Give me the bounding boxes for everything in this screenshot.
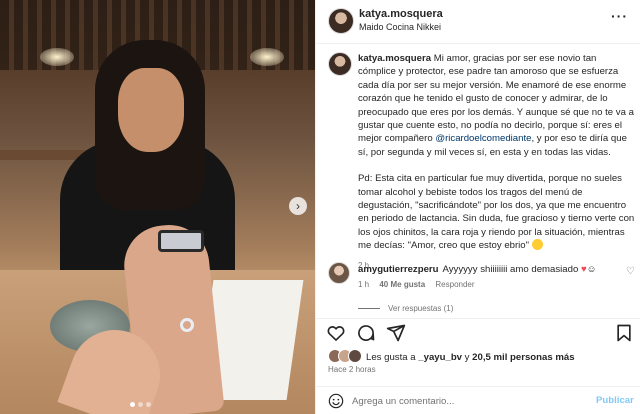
emoji-picker-icon[interactable]: [328, 393, 344, 409]
comment-line: amygutierrezperu Ayyyyyy shiiiiiiii amo d…: [358, 264, 596, 275]
caption-paragraph2: Pd: Esta cita en particular fue muy dive…: [358, 173, 635, 252]
comment-icon[interactable]: [356, 323, 376, 343]
caption-text: katya.mosquera Mi amor, gracias por ser …: [358, 52, 636, 272]
post-header: katya.mosquera Maido Cocina Nikkei ···: [316, 0, 640, 44]
carousel-dot: [146, 402, 151, 407]
post-location[interactable]: Maido Cocina Nikkei: [359, 22, 441, 32]
photo-ring: [180, 318, 194, 332]
photo-lamp: [250, 48, 284, 66]
comment-meta: 1 h 40 Me gusta Responder: [358, 280, 483, 289]
liker-avatar: [348, 349, 362, 363]
action-icons: [326, 323, 636, 347]
likes-count[interactable]: 20,5 mil personas más: [472, 352, 574, 363]
share-icon[interactable]: [386, 323, 406, 343]
liker-username[interactable]: _yayu_bv: [418, 352, 462, 363]
likes-middle: y: [462, 352, 473, 363]
comment-reply-button[interactable]: Responder: [435, 280, 474, 289]
liker-avatars: [328, 349, 362, 363]
post-details-panel: katya.mosquera Maido Cocina Nikkei ··· k…: [315, 0, 640, 414]
caption-avatar[interactable]: [328, 52, 352, 76]
carousel-dot: [130, 402, 135, 407]
author-avatar[interactable]: [328, 8, 354, 34]
comment-likes[interactable]: 40 Me gusta: [379, 280, 425, 289]
add-comment-bar: Publicar: [316, 386, 640, 414]
save-bookmark-icon[interactable]: [614, 323, 634, 343]
smile-emoji-icon: [531, 239, 543, 251]
photo-watch: [158, 230, 204, 252]
commenter-username[interactable]: amygutierrezperu: [358, 264, 439, 275]
author-username[interactable]: katya.mosquera: [359, 8, 443, 20]
post-photo[interactable]: ›: [0, 0, 315, 414]
comment-like-icon[interactable]: ♡: [626, 266, 635, 277]
post-comment-button[interactable]: Publicar: [596, 395, 634, 406]
commenter-avatar[interactable]: [328, 262, 350, 284]
carousel-dot: [138, 402, 143, 407]
view-replies-button[interactable]: Ver respuestas (1): [358, 304, 453, 313]
post-timestamp: Hace 2 horas: [328, 365, 376, 374]
carousel-dots: [130, 402, 151, 407]
comment-text: Ayyyyyy shiiiiiiii amo demasiado: [442, 264, 581, 275]
likes-summary[interactable]: Les gusta a _yayu_bv y 20,5 mil personas…: [328, 349, 575, 363]
ellipsis-icon[interactable]: ···: [611, 8, 628, 24]
next-photo-icon[interactable]: ›: [289, 197, 307, 215]
photo-woman-face: [118, 68, 184, 152]
comment-input[interactable]: [352, 393, 582, 409]
caption-username[interactable]: katya.mosquera: [358, 53, 431, 64]
caption-body-part1: Mi amor, gracias por ser ese novio tan c…: [358, 53, 634, 145]
heart-eyes-emoji-icon: ☺: [586, 264, 597, 275]
likes-prefix: Les gusta a: [366, 352, 419, 363]
heart-icon[interactable]: [326, 323, 346, 343]
comment-time: 1 h: [358, 280, 370, 289]
photo-lamp: [40, 48, 74, 66]
caption-mention[interactable]: @ricardoelcomediante: [435, 133, 531, 144]
